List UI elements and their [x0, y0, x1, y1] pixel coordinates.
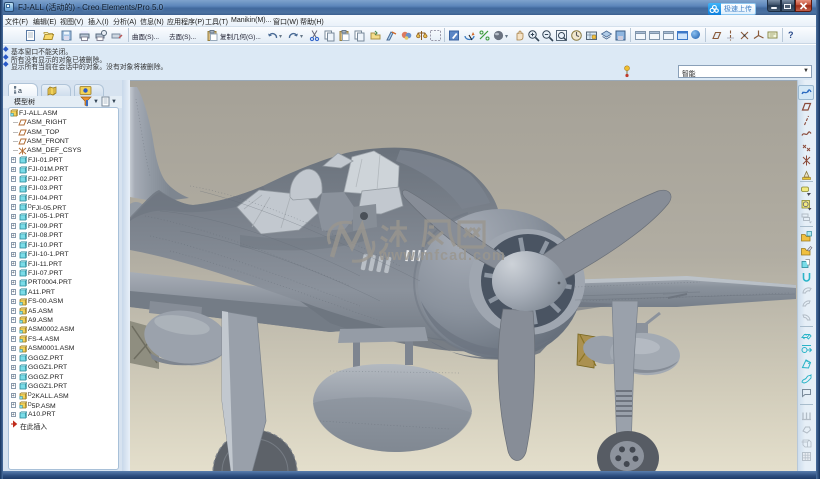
- svg-text:a: a: [18, 88, 22, 95]
- svg-text:www.mfcad.com: www.mfcad.com: [378, 248, 506, 264]
